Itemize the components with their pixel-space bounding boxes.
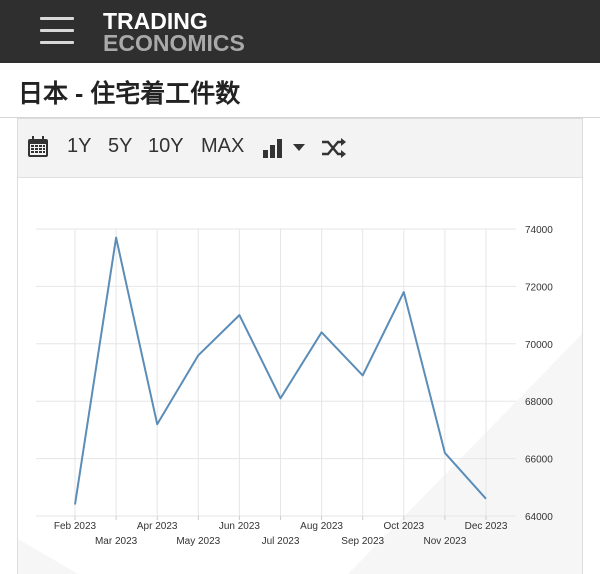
x-tick-label: Jun 2023 xyxy=(219,521,261,532)
x-tick-label: Dec 2023 xyxy=(465,521,508,532)
x-tick-label: Nov 2023 xyxy=(423,536,466,547)
y-tick-label: 64000 xyxy=(525,512,553,523)
x-tick-label: Oct 2023 xyxy=(384,521,425,532)
x-tick-label: Mar 2023 xyxy=(95,536,138,547)
x-tick-label: Sep 2023 xyxy=(341,536,384,547)
line-chart: 64000 66000 68000 70000 72000 74000 Feb 2023 Ma… xyxy=(18,225,582,574)
x-tick-label: Jul 2023 xyxy=(262,536,300,547)
y-tick-label: 70000 xyxy=(525,340,553,351)
logo-line-2: ECONOMICS xyxy=(103,30,245,56)
y-tick-label: 72000 xyxy=(525,282,553,293)
watermark-shape xyxy=(18,539,78,574)
x-tick-label: Apr 2023 xyxy=(137,521,178,532)
y-tick-label: 66000 xyxy=(525,455,553,466)
site-logo[interactable]: TRADING ECONOMICS xyxy=(103,8,245,56)
top-navigation-bar: TRADING ECONOMICS xyxy=(0,0,600,63)
hamburger-icon[interactable] xyxy=(40,16,76,46)
y-tick-label: 74000 xyxy=(525,225,553,236)
logo-line-1: TRADING xyxy=(103,8,208,34)
chart-card: 1Y 5Y 10Y MAX 64000 66000 68000 70000 72000 7… xyxy=(17,118,583,574)
x-tick-label: Feb 2023 xyxy=(54,521,97,532)
page-title: 日本 - 住宅着工件数 xyxy=(18,80,241,108)
title-bar: 日本 - 住宅着工件数 xyxy=(0,63,600,118)
x-tick-label: Aug 2023 xyxy=(300,521,343,532)
y-tick-label: 68000 xyxy=(525,397,553,408)
x-tick-label: May 2023 xyxy=(176,536,220,547)
